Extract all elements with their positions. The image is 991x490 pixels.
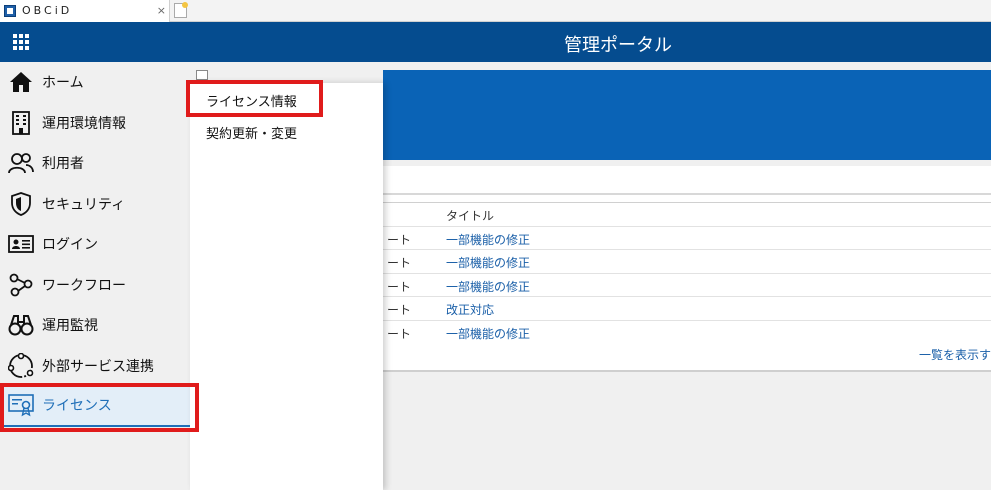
id-card-icon [8, 231, 34, 257]
users-icon [8, 150, 34, 176]
news-title-link[interactable]: 改正対応 [446, 301, 494, 318]
news-title-link[interactable]: 一部機能の修正 [446, 278, 530, 295]
news-type: ート [387, 256, 412, 270]
table-header-row: タイトル [383, 202, 991, 226]
app-header: 管理ポータル [0, 22, 991, 62]
building-icon [8, 110, 34, 136]
table-row: ート 一部機能の修正 [383, 319, 991, 344]
news-panel: タイトル ート 一部機能の修正 ート 一部機能の修正 ート 一部機能の修正 ート… [383, 166, 991, 372]
sidebar-item-home[interactable]: ホーム [0, 62, 190, 103]
sidebar-item-label: 利用者 [42, 156, 84, 173]
tab-close-icon[interactable]: × [157, 0, 166, 22]
column-header-title: タイトル [446, 209, 495, 223]
favicon-icon [4, 5, 16, 17]
browser-tab-title: OBCiD [22, 4, 73, 17]
workflow-icon [8, 272, 34, 298]
divider [383, 193, 991, 195]
news-type: ート [387, 326, 412, 341]
highlight-box-sidebar [0, 383, 199, 432]
news-table: タイトル ート 一部機能の修正 ート 一部機能の修正 ート 一部機能の修正 ート… [383, 202, 991, 343]
sidebar-item-workflow[interactable]: ワークフロー [0, 265, 190, 306]
shield-icon [8, 191, 34, 217]
sidebar-item-label: 運用監視 [42, 318, 98, 335]
sidebar-item-external-services[interactable]: 外部サービス連携 [0, 346, 190, 387]
link-icon [8, 352, 34, 379]
sidebar-item-security[interactable]: セキュリティ [0, 184, 190, 225]
browser-tab-bar: OBCiD × [0, 0, 991, 22]
table-row: ート 一部機能の修正 [383, 225, 991, 250]
show-all-link[interactable]: 一覧を表示す [919, 346, 991, 363]
browser-tab[interactable]: OBCiD × [0, 0, 170, 22]
news-title-link[interactable]: 一部機能の修正 [446, 231, 530, 248]
news-type: ート [387, 303, 412, 317]
checkbox[interactable] [196, 70, 208, 80]
sidebar-item-monitoring[interactable]: 運用監視 [0, 305, 190, 346]
new-tab-icon[interactable] [174, 2, 188, 18]
highlight-box-submenu [186, 80, 323, 117]
table-row: ート 一部機能の修正 [383, 249, 991, 273]
table-row: ート 改正対応 [383, 296, 991, 320]
sidebar-item-environment[interactable]: 運用環境情報 [0, 103, 190, 144]
sidebar-item-users[interactable]: 利用者 [0, 143, 190, 184]
table-row: ート 一部機能の修正 [383, 272, 991, 297]
news-title-link[interactable]: 一部機能の修正 [446, 254, 530, 271]
license-submenu: ライセンス情報 契約更新・変更 [190, 83, 383, 490]
binoculars-icon [8, 312, 34, 338]
news-type: ート [387, 232, 412, 247]
sidebar-item-label: セキュリティ [42, 196, 126, 213]
content-banner [383, 70, 991, 160]
sidebar-item-login[interactable]: ログイン [0, 224, 190, 265]
page-title: 管理ポータル [564, 35, 672, 56]
submenu-item-contract-update[interactable]: 契約更新・変更 [206, 123, 297, 142]
sidebar-item-label: ホーム [42, 75, 84, 92]
sidebar-item-label: ワークフロー [42, 277, 126, 294]
news-title-link[interactable]: 一部機能の修正 [446, 325, 530, 342]
sidebar-item-label: 外部サービス連携 [42, 358, 154, 375]
sidebar-item-label: ログイン [42, 237, 98, 254]
home-icon [8, 69, 34, 95]
news-type: ート [387, 279, 412, 294]
sidebar-item-label: 運用環境情報 [42, 115, 126, 132]
